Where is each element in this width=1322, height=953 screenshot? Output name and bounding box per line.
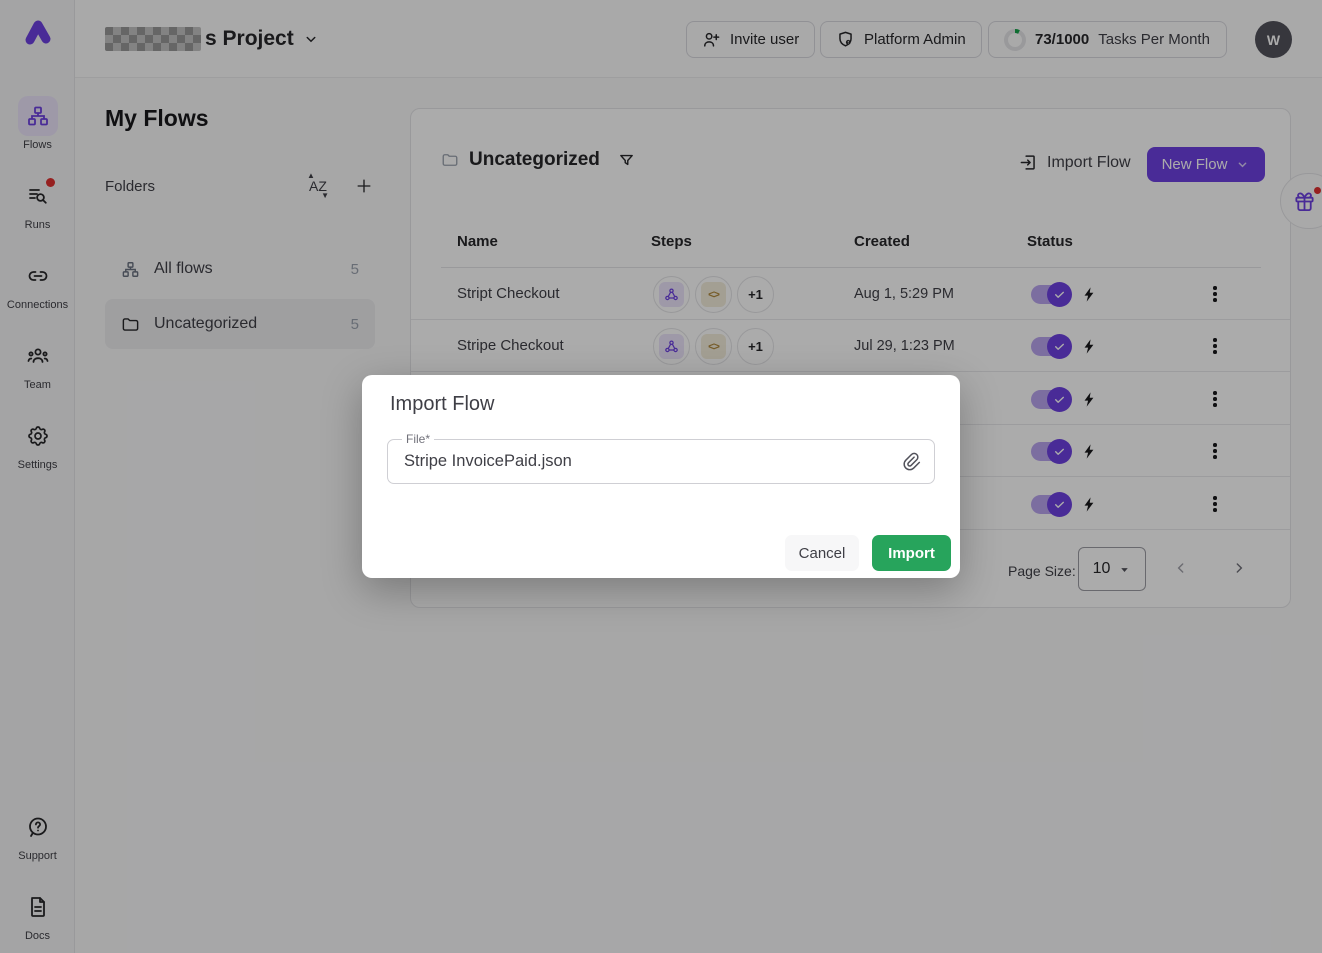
file-input[interactable] — [388, 440, 934, 483]
file-field: File* — [387, 439, 935, 484]
paperclip-icon — [901, 451, 922, 472]
dialog-title: Import Flow — [390, 393, 494, 416]
import-flow-dialog: Import Flow File* Cancel Import — [362, 375, 960, 578]
cancel-button[interactable]: Cancel — [785, 535, 859, 571]
dialog-actions: Cancel Import — [785, 535, 951, 571]
import-button[interactable]: Import — [872, 535, 951, 571]
attach-file-button[interactable] — [901, 451, 922, 472]
